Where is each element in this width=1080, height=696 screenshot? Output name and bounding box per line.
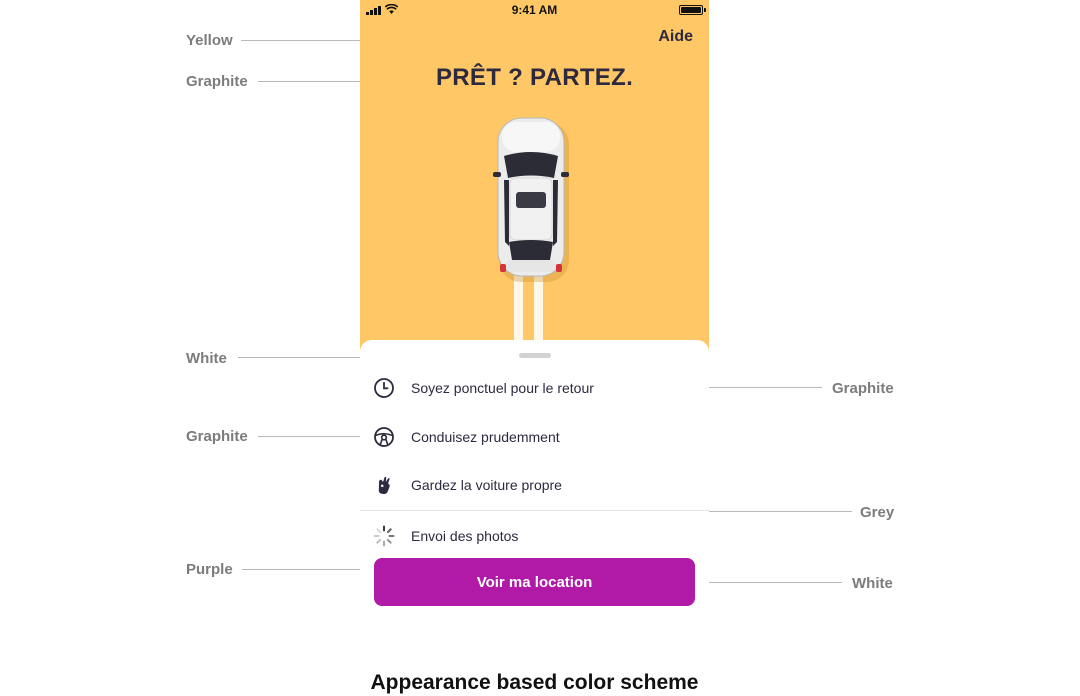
- list-divider: [360, 510, 709, 511]
- help-button[interactable]: Aide: [658, 28, 693, 46]
- battery-tip: [704, 8, 706, 12]
- clock-icon: [374, 378, 394, 398]
- list-item-label: Gardez la voiture propre: [411, 477, 562, 493]
- annotation-purple: Purple: [186, 561, 233, 578]
- annotation-line: [696, 511, 852, 512]
- list-item-drive-safely: Conduisez prudemment: [360, 418, 709, 454]
- annotation-graphite-title: Graphite: [186, 73, 248, 90]
- annotation-grey: Grey: [860, 504, 895, 521]
- list-item-punctual: Soyez ponctuel pour le retour: [360, 369, 709, 405]
- page-title: PRÊT ? PARTEZ.: [435, 64, 634, 91]
- annotation-line: [258, 436, 374, 437]
- annotation-yellow: Yellow: [186, 32, 233, 49]
- steering-wheel-icon: [374, 427, 394, 447]
- car-top-view-illustration: [490, 114, 580, 350]
- list-item-label: Envoi des photos: [411, 528, 519, 544]
- sheet-grabber-handle[interactable]: [519, 353, 551, 358]
- annotation-graphite-icons: Graphite: [186, 428, 248, 445]
- list-item-label: Soyez ponctuel pour le retour: [411, 380, 594, 396]
- hero-banner: 9:41 AM Aide PRÊT ? PARTEZ.: [360, 0, 709, 350]
- list-item-label: Conduisez prudemment: [411, 429, 560, 445]
- annotation-graphite-text: Graphite: [832, 380, 894, 397]
- annotation-white-button-text: White: [852, 575, 893, 592]
- view-rental-button[interactable]: Voir ma location: [374, 558, 695, 606]
- status-time: 9:41 AM: [511, 3, 558, 17]
- ok-hand-icon: [378, 476, 390, 495]
- status-bar: 9:41 AM: [360, 0, 709, 20]
- battery-icon: [679, 5, 703, 15]
- list-item-uploading-photos: Envoi des photos: [360, 517, 709, 553]
- annotation-white-sheet: White: [186, 350, 227, 367]
- phone-screen: 9:41 AM Aide PRÊT ? PARTEZ. Soyez ponctu…: [360, 0, 709, 620]
- list-item-keep-clean: Gardez la voiture propre: [360, 466, 709, 502]
- caption: Appearance based color scheme: [370, 671, 699, 694]
- bottom-sheet: Soyez ponctuel pour le retour Conduisez …: [360, 340, 709, 620]
- loading-spinner-icon: [373, 525, 395, 547]
